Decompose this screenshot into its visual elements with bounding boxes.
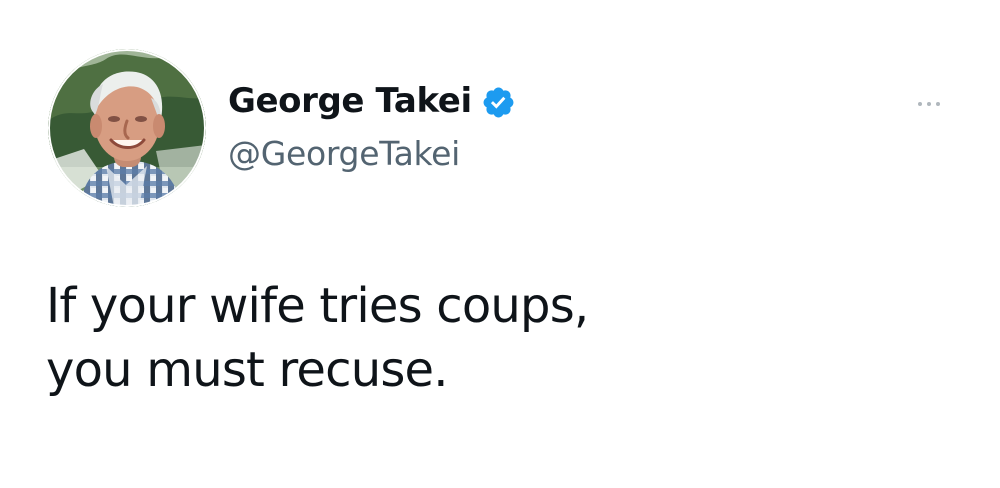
author-info: George Takei @GeorgeTakei [228, 77, 828, 187]
more-options-icon [918, 102, 922, 106]
more-options-icon [927, 102, 931, 106]
tweet-card[interactable]: George Takei @GeorgeTakei If your wife t… [0, 0, 1000, 488]
tweet-text-line: If your wife tries coups, [46, 278, 589, 334]
profile-photo-icon [48, 49, 206, 207]
avatar[interactable] [48, 49, 206, 207]
author-display-name[interactable]: George Takei [228, 84, 472, 118]
tweet-text-line: you must recuse. [46, 342, 449, 398]
more-options-button[interactable] [904, 90, 954, 118]
more-options-icon [936, 102, 940, 106]
tweet-text: If your wife tries coups, you must recus… [46, 274, 946, 402]
author-name-row: George Takei [228, 77, 828, 125]
verified-badge-icon [481, 85, 516, 120]
author-handle[interactable]: @GeorgeTakei [228, 135, 828, 173]
